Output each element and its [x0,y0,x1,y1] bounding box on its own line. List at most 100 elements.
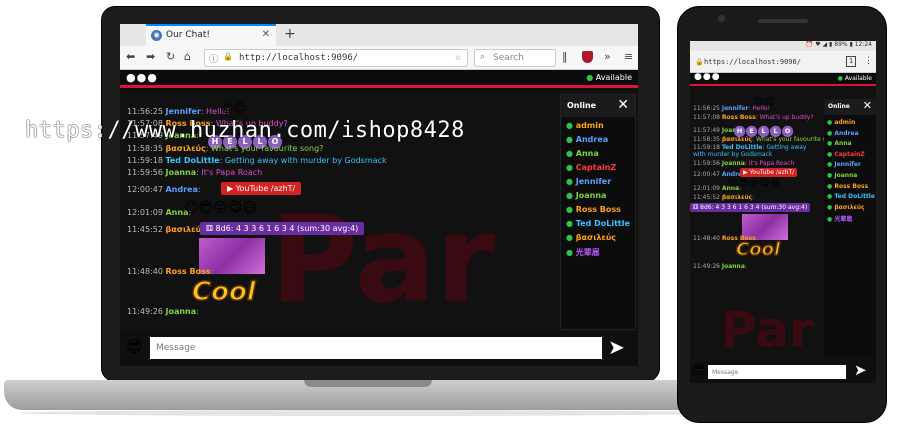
browser-navbar: ⬅ ➡ ↻ ⌂ ⓘ 🔒 http://localhost:9096/ ☆ ⌕ S… [120,46,638,70]
online-user[interactable]: ● Joanna [561,191,635,205]
site-info-icon[interactable]: ⓘ [209,52,218,65]
browser-tab-bar: ◉ Our Chat! ✕ + [120,24,638,46]
app-menu-button[interactable]: ●●● [126,71,158,84]
phone-online-user[interactable]: ● Anna [824,140,876,151]
phone-online-user[interactable]: ● Jennifer [824,161,876,172]
library-icon[interactable]: ‖ [562,50,568,63]
reload-icon[interactable]: ↻ [166,50,175,63]
phone-chat-message: 11:45:52 βασιλεύς: [693,194,755,201]
phone-speaker [758,19,808,23]
phone-chat-message: 11:58:35 βασιλεύς: What's your favourite… [693,136,841,143]
chat-message: 11:59:18 Ted DoLittle: Getting away with… [127,156,387,165]
app-header: ●●● ● Available [120,70,638,88]
phone-hello-balloons: HELLO [734,121,794,137]
phone-message-input[interactable] [708,365,846,379]
url-bar[interactable]: ⓘ 🔒 http://localhost:9096/ ☆ [204,49,468,67]
phone-online-user[interactable]: ● Joanna [824,172,876,183]
chat-message: 12:00:47 Andrea: [127,185,201,194]
lock-icon: 🔒 [695,58,704,66]
phone-chat-message: 11:59:18 Ted DoLittle: Getting away with… [693,144,807,158]
phone-menu-icon[interactable]: ⋮ [864,56,873,66]
bookmark-star-icon[interactable]: ☆ [455,52,461,63]
phone-emoji-picker-icon[interactable]: 😎 [692,363,706,378]
forward-icon[interactable]: ➡ [146,50,155,63]
phone-camera [718,15,725,22]
dice-roll: ⚅ 8d6: 4 3 3 6 1 6 3 4 (sum:30 avg:4) [200,222,365,235]
laptop-base [4,380,732,410]
search-placeholder: Search [493,53,524,63]
close-icon[interactable]: ✕ [617,97,629,113]
overlay-watermark-url: https://www.huzhan.com/ishop8428 [25,118,465,143]
phone-online-user[interactable]: ● βασιλεύς [824,204,876,215]
online-header: Online ✕ [561,95,635,117]
phone-menu-button[interactable]: ●●● [694,72,721,82]
phone-background-watermark: Par [720,301,814,359]
chat-message: 11:59:56 Joanna: It's Papa Roach [127,168,263,177]
home-icon[interactable]: ⌂ [184,50,191,63]
online-panel: Online ✕ ● admin ● Andrea ● Anna ● Capta… [560,94,636,330]
phone-online-user[interactable]: ● Ross Boss [824,183,876,194]
youtube-link[interactable]: ▶ YouTube /azhT/ [221,182,302,195]
overflow-icon[interactable]: » [604,50,611,63]
new-tab-button[interactable]: + [284,26,296,42]
tab-title: Our Chat! [166,30,210,40]
emoji-picker-icon[interactable]: 😎 [126,337,143,356]
phone-chat-message: 11:59:56 Joanna: It's Papa Roach [693,160,795,167]
chat-message: 12:01:09 Anna: [127,208,192,217]
back-icon[interactable]: ⬅ [126,50,135,63]
chat-message: 11:49:26 Joanna: [127,307,199,316]
phone-online-user[interactable]: ● Ted DoLittle [824,193,876,204]
presence-status[interactable]: ● Available [586,73,632,82]
phone-chat-message: 11:49:26 Joanna: [693,263,747,270]
chat-message: 11:48:40 Ross Boss: [127,267,214,276]
phone-youtube-link[interactable]: ▶ YouTube /azhT/ [740,168,798,177]
tab-close-icon[interactable]: ✕ [262,29,270,40]
phone-screen: ⏰ ♥ ◢ ▮ 89% ▮ 12:24 🔒 https://localhost:… [690,41,876,383]
phone-presence-status[interactable]: ● Available [838,75,872,82]
url-text: http://localhost:9096/ [239,53,359,63]
heart-eyes-emoji: 😍😍 [220,101,248,116]
online-user[interactable]: ● Ross Boss [561,205,635,219]
tab-count-button[interactable]: 1 [846,56,856,67]
phone-status-bar: ⏰ ♥ ◢ ▮ 89% ▮ 12:24 [690,41,876,51]
heart-eyes-emoji: 😍😍 [754,97,775,108]
online-user[interactable]: ● 光辈扈 [561,247,635,261]
phone-online-panel: Online ✕ ● admin ● Andrea ● Anna ● Capta… [824,99,876,359]
laptop-notch [304,380,432,387]
search-input[interactable]: ⌕ Search [474,49,556,67]
phone-message-composer: 😎 ➤ [690,361,876,383]
close-icon[interactable]: ✕ [863,99,872,112]
phone-url-text: https://localhost:9096/ [704,58,801,66]
phone-app-header: ●●● ● Available [690,72,876,86]
phone-chat-message: 11:57:08 Ross Boss: What's up buddy? [693,114,814,121]
phone-online-user[interactable]: ● Andrea [824,130,876,141]
phone-online-user[interactable]: ● CaptainZ [824,151,876,162]
online-user[interactable]: ● βασιλεύς [561,233,635,247]
phone-online-user[interactable]: ● admin [824,119,876,130]
message-composer: 😎 ➤ [120,331,638,366]
online-user[interactable]: ● Andrea [561,135,635,149]
ublock-icon[interactable] [582,51,593,63]
phone-send-icon[interactable]: ➤ [854,361,867,379]
phone-dice-roll: ⚅ 8d6: 4 3 3 6 1 6 3 4 (sum:30 avg:4) [690,203,811,212]
phone-cool-sticker: Cool [735,238,781,261]
background-watermark: Par [270,191,495,330]
online-user[interactable]: ● admin [561,121,635,135]
send-icon[interactable]: ➤ [608,335,625,359]
menu-icon[interactable]: ≡ [624,50,633,63]
online-user[interactable]: ● Ted DoLittle [561,219,635,233]
online-user[interactable]: ● CaptainZ [561,163,635,177]
laptop-screen: ◉ Our Chat! ✕ + ⬅ ➡ ↻ ⌂ ⓘ 🔒 http://local… [120,24,638,366]
browser-tab[interactable]: ◉ Our Chat! ✕ [146,24,276,46]
online-user[interactable]: ● Jennifer [561,177,635,191]
phone-online-header: Online ✕ [824,99,876,115]
phone-url-bar[interactable]: 🔒 https://localhost:9096/ 1 ⋮ [690,51,876,73]
cool-sticker: Cool [191,276,256,308]
phone-online-user[interactable]: ● 光辈扈 [824,214,876,225]
lock-icon: 🔒 [223,52,233,61]
chat-message: 11:56:25 Jennifer: Hello! [127,107,230,116]
laptop-shadow [20,410,720,416]
phone-emoji-row: 😉😎😜😋😆 [728,178,781,189]
message-input[interactable] [150,337,602,359]
online-user[interactable]: ● Anna [561,149,635,163]
